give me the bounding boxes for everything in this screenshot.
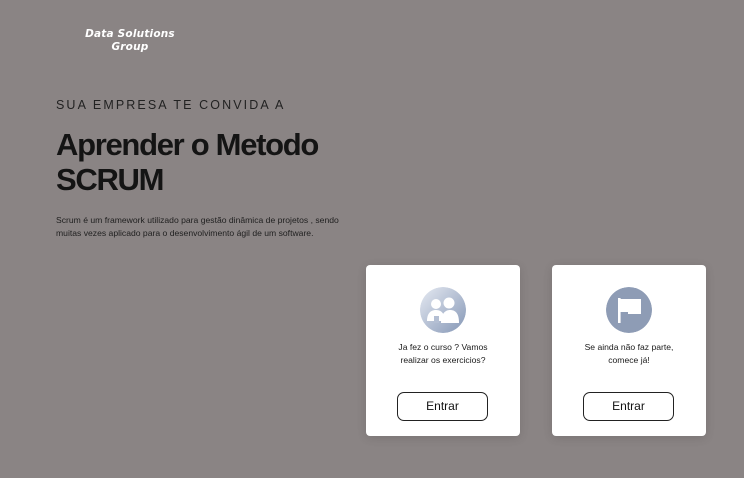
exercises-card-text-line-1: Ja fez o curso ? Vamos: [398, 342, 488, 352]
group-users-icon: [420, 287, 466, 333]
exercises-enter-button[interactable]: Entrar: [397, 392, 488, 421]
logo-line-2: Group: [111, 41, 149, 53]
company-logo: Data Solutions Group: [80, 28, 180, 54]
description-line-1: Scrum é um framework utilizado para gest…: [56, 215, 339, 225]
join-enter-button[interactable]: Entrar: [583, 392, 674, 421]
page-title: Aprender o Metodo SCRUM: [56, 127, 319, 197]
description-line-2: muitas vezes aplicado para o desenvolvim…: [56, 228, 314, 238]
join-card: Se ainda não faz parte, comece já! Entra…: [552, 265, 706, 436]
page-title-line-2: SCRUM: [56, 162, 164, 197]
exercises-card-text: Ja fez o curso ? Vamos realizar os exerc…: [374, 341, 512, 367]
exercises-card-text-line-2: realizar os exercicios?: [400, 355, 486, 365]
exercises-card: Ja fez o curso ? Vamos realizar os exerc…: [366, 265, 520, 436]
scrum-description: Scrum é um framework utilizado para gest…: [56, 214, 386, 240]
join-card-text-line-1: Se ainda não faz parte,: [584, 342, 674, 352]
logo-line-1: Data Solutions: [85, 28, 175, 40]
flag-icon: [606, 287, 652, 333]
join-card-text-line-2: comece já!: [608, 355, 650, 365]
invite-subtitle: SUA EMPRESA TE CONVIDA A: [56, 98, 286, 112]
join-card-text: Se ainda não faz parte, comece já!: [560, 341, 698, 367]
page-title-line-1: Aprender o Metodo: [56, 127, 319, 162]
